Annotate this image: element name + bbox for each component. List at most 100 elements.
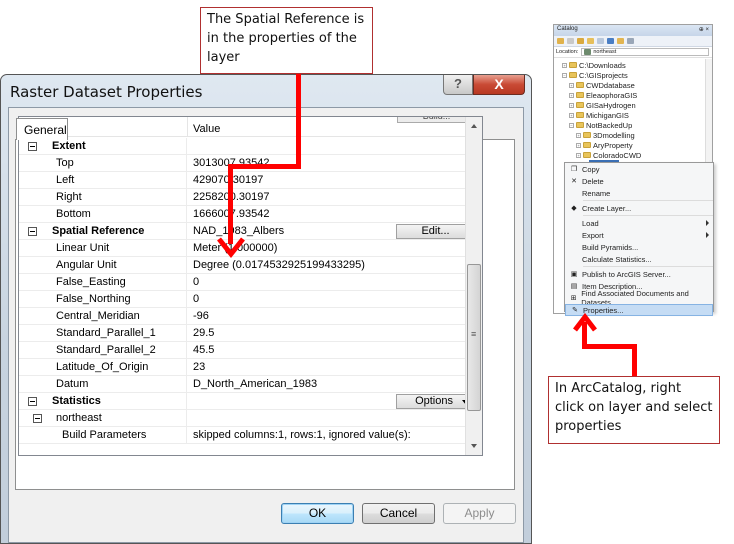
scroll-up-arrow-icon[interactable] [466,117,482,134]
tab-general[interactable]: General [16,118,68,140]
menu-item-create-layer[interactable]: ◆ Create Layer... [565,202,713,214]
expand-icon[interactable]: + [562,62,567,68]
property-name-cell: Linear Unit [19,239,187,257]
tree-item[interactable]: +3Dmodelling [554,130,712,140]
new-folder-icon[interactable] [617,38,624,44]
home-icon[interactable] [587,38,594,44]
blank-icon [570,244,578,251]
up-folder-icon[interactable] [577,38,584,44]
forward-icon[interactable] [567,38,574,44]
folder-icon [576,112,584,118]
column-divider[interactable] [187,117,188,137]
edit-button[interactable]: Edit... [396,224,475,239]
cancel-button[interactable]: Cancel [362,503,435,524]
menu-item-load[interactable]: Load [565,217,713,229]
menu-item-label: Load [582,218,599,228]
property-row[interactable]: Left429070.30197 [19,171,479,189]
binoculars-icon: ⊞ [570,294,577,302]
property-name-cell: Left [19,171,187,189]
grid-scrollbar[interactable] [465,117,482,455]
apply-button[interactable]: Apply [443,503,516,524]
view-icon[interactable] [607,38,614,44]
expand-icon[interactable]: + [569,82,574,88]
expand-icon[interactable]: + [569,112,574,118]
menu-item-build-pyramids[interactable]: Build Pyramids... [565,241,713,253]
property-row[interactable]: Angular Unit Degree (0.017453292519943329… [19,256,479,274]
tree-item[interactable]: + EleaophoraGIS [554,90,712,100]
options-icon[interactable] [627,38,634,44]
menu-item-rename[interactable]: Rename [565,187,713,199]
property-row[interactable]: Build Parameters skipped columns:1, rows:… [19,426,479,444]
grid-rows: ExtentTop3013007.93542Left429070.30197Ri… [19,137,479,444]
scroll-down-arrow-icon[interactable] [466,438,482,455]
property-name: Extent [52,140,86,152]
menu-item-delete[interactable]: ✕ Delete [565,175,713,187]
tree-item[interactable]: + GISaHydrogen [554,100,712,110]
tree-item[interactable]: − C:\GISprojects [554,70,712,80]
property-name-cell: Angular Unit [19,256,187,274]
collapse-icon[interactable] [33,413,42,423]
column-header-value[interactable]: Value [193,123,220,135]
expand-icon[interactable]: + [569,102,574,108]
menu-item-calculate-statistics[interactable]: Calculate Statistics... [565,253,713,265]
property-row[interactable]: Datum D_North_American_1983 [19,375,479,393]
help-button[interactable]: ? [443,75,473,95]
property-row[interactable]: Linear Unit Meter (1.000000) [19,239,479,257]
collapse-icon[interactable]: − [569,122,574,128]
blank-icon [570,232,578,239]
property-row[interactable]: Standard_Parallel_1 29.5 [19,324,479,342]
category-row[interactable]: Statistics Options [19,392,479,410]
property-name-cell: northeast [19,409,187,427]
back-icon[interactable] [557,38,564,44]
options-dropdown-button[interactable]: Options [396,394,475,409]
property-name-cell: Standard_Parallel_2 [19,341,187,359]
property-row[interactable]: Right2258200.30197 [19,188,479,206]
collapse-icon[interactable] [28,141,37,151]
menu-item-label: Delete [582,176,604,186]
scroll-thumb[interactable] [467,264,481,411]
property-row[interactable]: False_Easting 0 [19,273,479,291]
property-row[interactable]: Latitude_Of_Origin 23 [19,358,479,376]
property-row[interactable]: False_Northing 0 [19,290,479,308]
ok-button[interactable]: OK [281,503,354,524]
category-row[interactable]: Spatial Reference NAD_1983_Albers Edit... [19,222,479,240]
tree-item[interactable]: + ColoradoCWD [554,150,712,160]
category-row[interactable]: Extent [19,137,479,155]
tree-item[interactable]: + C:\Downloads [554,60,712,70]
collapse-icon[interactable] [28,396,37,406]
menu-item-copy[interactable]: ❐ Copy [565,163,713,175]
location-input[interactable]: northeast [581,48,709,56]
menu-item-find-associated-documents-and-datasets[interactable]: ⊞ Find Associated Documents and Datasets.… [565,289,713,307]
property-value: D_North_American_1983 [193,378,318,390]
menu-item-label: Copy [582,164,600,174]
property-row[interactable]: Standard_Parallel_2 45.5 [19,341,479,359]
copy-icon: ❐ [570,165,578,173]
expand-icon[interactable]: + [576,142,581,148]
tree-item[interactable]: + CWDdatabase [554,80,712,90]
property-row[interactable]: Bottom1666007.93542 [19,205,479,223]
location-value: northeast [593,49,617,55]
collapse-icon[interactable] [28,226,37,236]
layer-icon: ◆ [571,204,577,212]
property-name-cell: False_Easting [19,273,187,291]
tree-item[interactable]: + MichiganGIS [554,110,712,120]
tree-item[interactable]: − NotBackedUp [554,120,712,130]
property-name: Build Parameters [62,429,147,441]
menu-item-publish-to-arcgis-server[interactable]: ▣ Publish to ArcGIS Server... [565,268,713,280]
publish-icon: ▣ [570,270,578,278]
tree-item-label: AryProperty [593,140,633,150]
expand-icon[interactable]: + [576,152,581,158]
close-button[interactable]: X [473,75,525,95]
collapse-icon[interactable]: − [562,72,567,78]
catalog-window-controls[interactable]: ⊕ × [699,26,709,35]
menu-item-export[interactable]: Export [565,229,713,241]
tree-item[interactable]: + AryProperty [554,140,712,150]
button-label: Options [415,395,453,407]
tree-item-label: C:\GISprojects [579,70,628,80]
property-row[interactable]: Central_Meridian -96 [19,307,479,325]
property-name: Angular Unit [56,259,117,271]
connect-folder-icon[interactable] [597,38,604,44]
expand-icon[interactable]: + [576,132,581,138]
property-row[interactable]: northeast [19,409,479,427]
expand-icon[interactable]: + [569,92,574,98]
